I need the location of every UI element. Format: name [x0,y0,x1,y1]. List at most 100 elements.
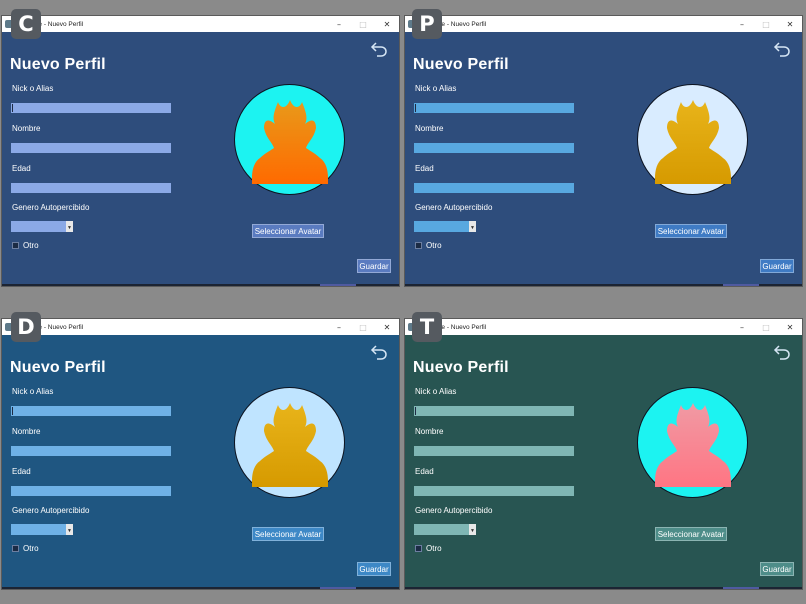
nick-input[interactable] [414,103,574,113]
variant-badge: P [412,9,442,39]
minimize-button[interactable]: – [730,20,754,29]
age-label: Edad [12,467,31,476]
save-button[interactable]: Guardar [760,259,794,273]
taskbar-strip [405,587,802,589]
title-bar: Fromage - Nuevo Perfil – □ ✕ [2,16,399,32]
name-input[interactable] [414,143,574,153]
chevron-down-icon: ▼ [469,524,476,535]
name-label: Nombre [415,124,444,133]
form-panel: Nuevo Perfil Nick o Alias Nombre Edad Ge… [2,335,399,589]
chevron-down-icon: ▼ [66,221,73,232]
close-button[interactable]: ✕ [375,323,399,332]
flame-person-avatar-icon [654,402,731,487]
gender-select[interactable]: ▼ [414,221,476,232]
age-label: Edad [415,467,434,476]
variant-badge: C [11,9,41,39]
save-button[interactable]: Guardar [357,259,391,273]
page-title: Nuevo Perfil [413,359,509,376]
name-input[interactable] [11,143,171,153]
select-avatar-button[interactable]: Seleccionar Avatar [655,224,727,238]
other-checkbox[interactable] [415,545,422,552]
undo-arrow-icon[interactable] [370,40,388,58]
other-checkbox[interactable] [12,242,19,249]
gender-label: Genero Autopercibido [415,203,493,212]
app-window: Fromage - Nuevo Perfil – □ ✕ Nuevo Perfi… [2,16,399,286]
undo-arrow-icon[interactable] [370,343,388,361]
nick-input[interactable] [11,406,171,416]
variant-badge: T [412,312,442,342]
other-checkbox-label: Otro [23,544,39,553]
gender-label: Genero Autopercibido [415,506,493,515]
name-label: Nombre [12,124,41,133]
nick-label: Nick o Alias [12,387,54,396]
taskbar-strip [405,284,802,286]
avatar-preview [637,84,748,195]
title-bar: Fromage - Nuevo Perfil – □ ✕ [2,319,399,335]
avatar-preview [234,387,345,498]
flame-person-avatar-icon [251,402,328,487]
app-window: Fromage - Nuevo Perfil – □ ✕ Nuevo Perfi… [405,16,802,286]
close-button[interactable]: ✕ [778,20,802,29]
gender-select[interactable]: ▼ [11,221,73,232]
maximize-button[interactable]: □ [351,20,375,29]
window-title: Fromage - Nuevo Perfil [419,323,487,331]
form-panel: Nuevo Perfil Nick o Alias Nombre Edad Ge… [405,32,802,286]
other-checkbox-label: Otro [426,544,442,553]
form-panel: Nuevo Perfil Nick o Alias Nombre Edad Ge… [2,32,399,286]
maximize-button[interactable]: □ [351,323,375,332]
age-label: Edad [415,164,434,173]
age-input[interactable] [11,486,171,496]
minimize-button[interactable]: – [327,20,351,29]
chevron-down-icon: ▼ [469,221,476,232]
undo-arrow-icon[interactable] [773,40,791,58]
taskbar-strip [2,284,399,286]
taskbar-strip [2,587,399,589]
undo-arrow-icon[interactable] [773,343,791,361]
nick-label: Nick o Alias [415,387,457,396]
nick-input[interactable] [414,406,574,416]
close-button[interactable]: ✕ [778,323,802,332]
nick-label: Nick o Alias [415,84,457,93]
avatar-preview [637,387,748,498]
window-title: Fromage - Nuevo Perfil [16,20,84,28]
other-checkbox[interactable] [12,545,19,552]
chevron-down-icon: ▼ [66,524,73,535]
select-avatar-button[interactable]: Seleccionar Avatar [252,527,324,541]
name-label: Nombre [415,427,444,436]
save-button[interactable]: Guardar [357,562,391,576]
avatar-preview [234,84,345,195]
title-bar: Fromage - Nuevo Perfil – □ ✕ [405,16,802,32]
form-panel: Nuevo Perfil Nick o Alias Nombre Edad Ge… [405,335,802,589]
name-input[interactable] [11,446,171,456]
age-input[interactable] [11,183,171,193]
gender-label: Genero Autopercibido [12,506,90,515]
window-title: Fromage - Nuevo Perfil [16,323,84,331]
minimize-button[interactable]: – [730,323,754,332]
app-window: Fromage - Nuevo Perfil – □ ✕ Nuevo Perfi… [405,319,802,589]
select-avatar-button[interactable]: Seleccionar Avatar [252,224,324,238]
name-label: Nombre [12,427,41,436]
select-avatar-button[interactable]: Seleccionar Avatar [655,527,727,541]
page-title: Nuevo Perfil [10,56,106,73]
app-window: Fromage - Nuevo Perfil – □ ✕ Nuevo Perfi… [2,319,399,589]
name-input[interactable] [414,446,574,456]
flame-person-avatar-icon [654,99,731,184]
gender-label: Genero Autopercibido [12,203,90,212]
age-input[interactable] [414,183,574,193]
window-title: Fromage - Nuevo Perfil [419,20,487,28]
save-button[interactable]: Guardar [760,562,794,576]
age-input[interactable] [414,486,574,496]
other-checkbox[interactable] [415,242,422,249]
variant-badge: D [11,312,41,342]
nick-label: Nick o Alias [12,84,54,93]
maximize-button[interactable]: □ [754,20,778,29]
close-button[interactable]: ✕ [375,20,399,29]
maximize-button[interactable]: □ [754,323,778,332]
minimize-button[interactable]: – [327,323,351,332]
age-label: Edad [12,164,31,173]
page-title: Nuevo Perfil [10,359,106,376]
nick-input[interactable] [11,103,171,113]
gender-select[interactable]: ▼ [11,524,73,535]
other-checkbox-label: Otro [426,241,442,250]
gender-select[interactable]: ▼ [414,524,476,535]
